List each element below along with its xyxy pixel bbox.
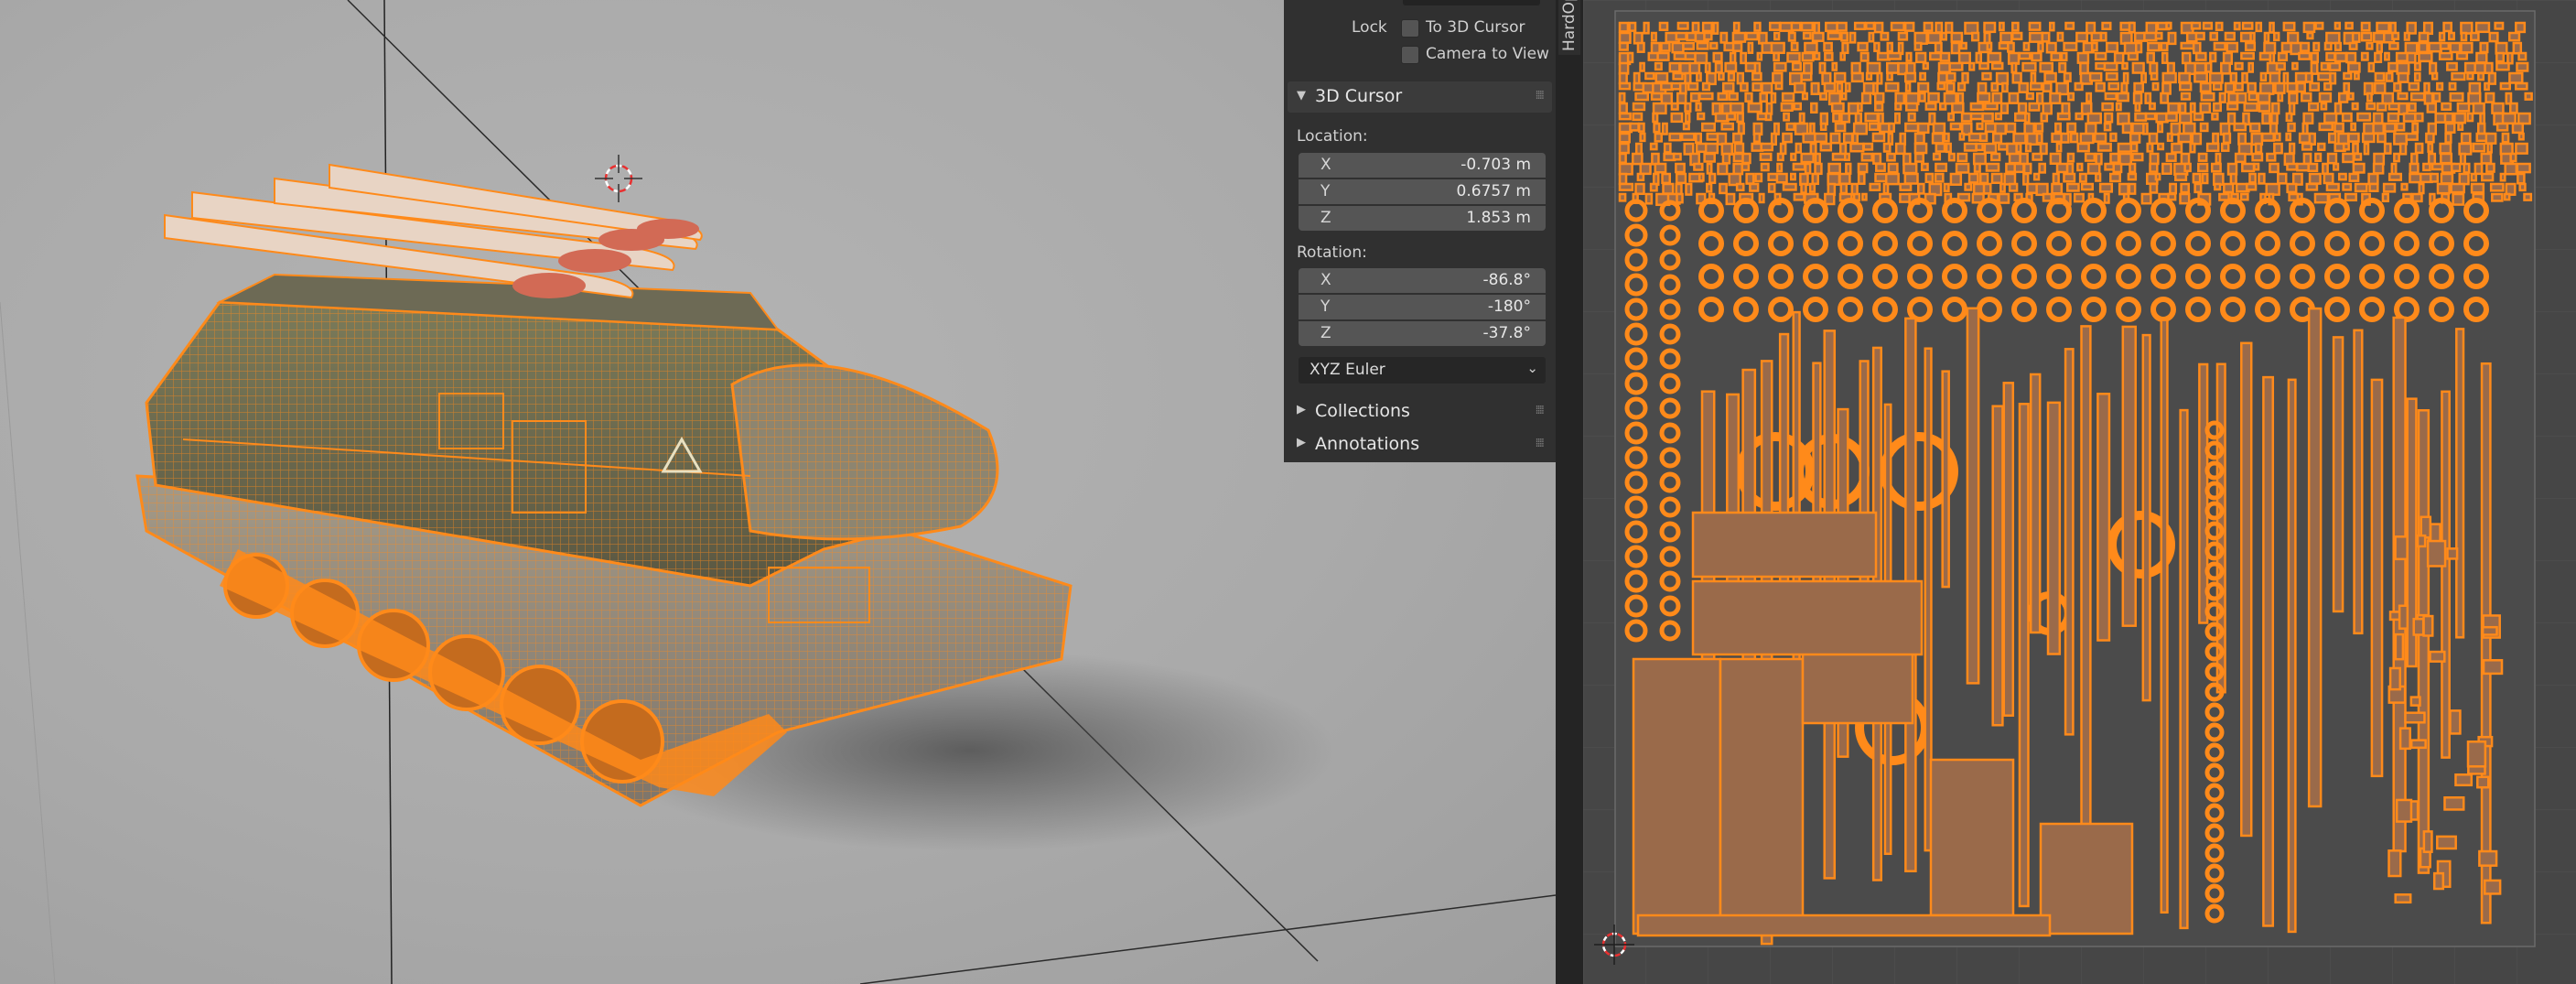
location-label: Location: [1297, 127, 1368, 146]
to-3d-cursor-label: To 3D Cursor [1426, 18, 1525, 37]
sidebar-tab-strip: HardOps [1556, 0, 1583, 984]
drag-grip-icon[interactable]: ⁞⁞⁞⁞ [1535, 89, 1544, 103]
axis-label: Z [1320, 324, 1331, 342]
annotations-section-header[interactable]: ▶ Annotations ⁞⁞⁞⁞ [1288, 429, 1552, 459]
uv-canvas [1583, 0, 2576, 984]
viewport-floor-line [859, 894, 1556, 984]
3d-cursor-icon[interactable] [595, 155, 642, 202]
collections-section-header[interactable]: ▶ Collections ⁞⁞⁞⁞ [1288, 396, 1552, 426]
axis-label: X [1320, 271, 1331, 289]
location-y-value: 0.6757 m [1456, 182, 1531, 200]
uv-editor[interactable] [1583, 0, 2576, 984]
lock-label: Lock [1352, 18, 1387, 37]
sidebar-n-panel: Lock To 3D Cursor Camera to View ▼ 3D Cu… [1284, 0, 1556, 462]
viewport-grid-line [0, 301, 56, 984]
3d-viewport[interactable]: Lock To 3D Cursor Camera to View ▼ 3D Cu… [0, 0, 1556, 984]
location-x-field[interactable]: X -0.703 m [1299, 153, 1546, 178]
rotation-label: Rotation: [1297, 243, 1367, 262]
camera-to-view-label: Camera to View [1426, 45, 1549, 63]
rotation-x-field[interactable]: X -86.8° [1299, 268, 1546, 293]
3d-cursor-section-title: 3D Cursor [1315, 86, 1403, 106]
disclosure-triangle-icon: ▶ [1297, 403, 1306, 416]
axis-label: Y [1320, 182, 1331, 200]
rotation-mode-dropdown[interactable]: XYZ Euler ⌄ [1299, 357, 1546, 384]
location-y-field[interactable]: Y 0.6757 m [1299, 179, 1546, 204]
3d-cursor-section-header[interactable]: ▼ 3D Cursor ⁞⁞⁞⁞ [1288, 81, 1552, 113]
rotation-y-value: -180° [1487, 297, 1531, 316]
location-z-field[interactable]: Z 1.853 m [1299, 206, 1546, 231]
tab-hardops-label: HardOps [1560, 0, 1579, 51]
axis-label: Z [1320, 209, 1331, 227]
axis-label: X [1320, 156, 1331, 174]
rotation-z-field[interactable]: Z -37.8° [1299, 321, 1546, 346]
rotation-y-field[interactable]: Y -180° [1299, 295, 1546, 319]
rotation-z-value: -37.8° [1482, 324, 1532, 342]
chevron-down-icon: ⌄ [1526, 360, 1538, 376]
annotations-section-title: Annotations [1315, 434, 1420, 454]
drag-grip-icon[interactable]: ⁞⁞⁞⁞ [1535, 404, 1544, 417]
location-x-value: -0.703 m [1460, 156, 1531, 174]
rotation-x-value: -86.8° [1482, 271, 1532, 289]
tab-hardops[interactable]: HardOps [1558, 0, 1580, 55]
camera-to-view-checkbox[interactable] [1401, 46, 1419, 64]
collections-section-title: Collections [1315, 401, 1410, 421]
to-3d-cursor-checkbox[interactable] [1401, 19, 1419, 38]
location-z-value: 1.853 m [1466, 209, 1531, 227]
drag-grip-icon[interactable]: ⁞⁞⁞⁞ [1535, 437, 1544, 450]
disclosure-triangle-icon: ▼ [1297, 89, 1306, 103]
rotation-mode-value: XYZ Euler [1310, 361, 1385, 379]
axis-label: Y [1320, 297, 1331, 316]
clipped-field [1403, 0, 1540, 5]
disclosure-triangle-icon: ▶ [1297, 436, 1306, 449]
